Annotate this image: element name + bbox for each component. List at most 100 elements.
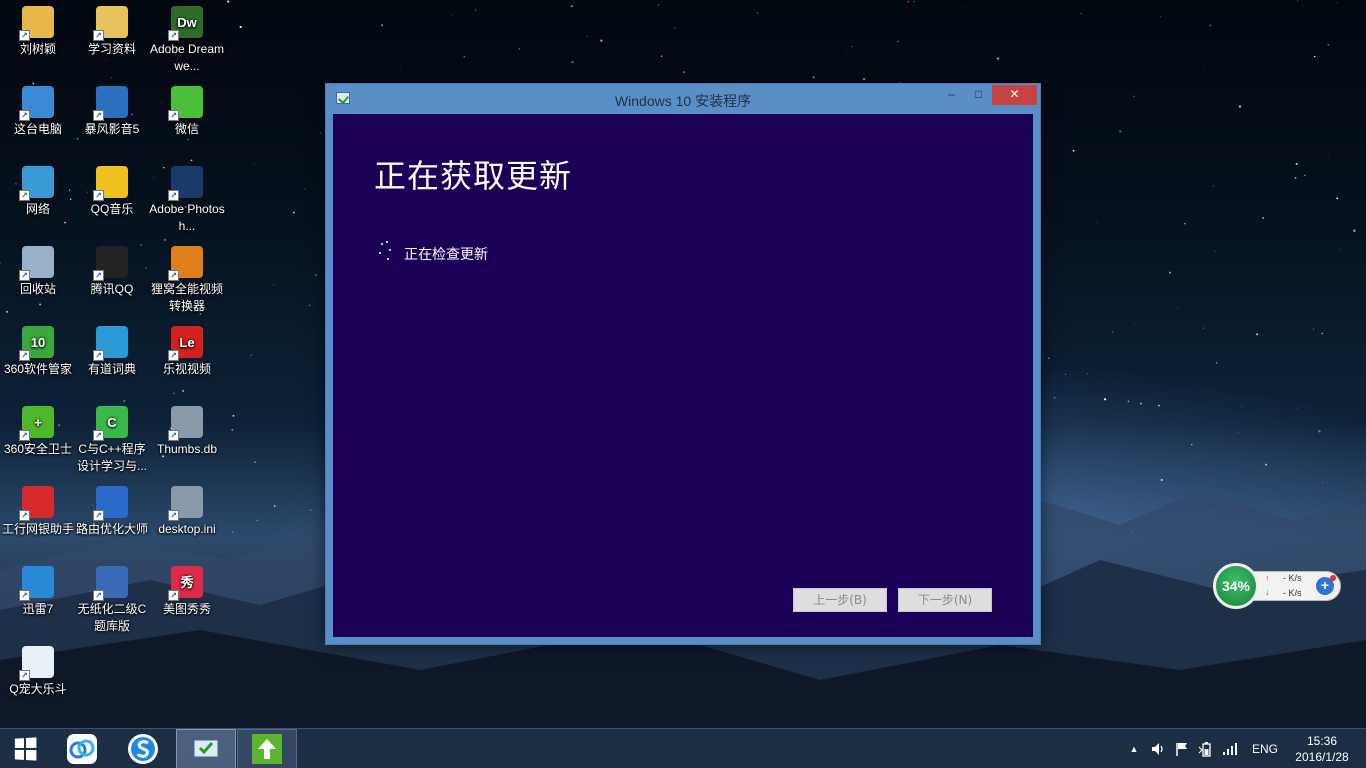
taskbar-app-upgrade[interactable] bbox=[237, 729, 297, 768]
clock[interactable]: 15:36 2016/1/28 bbox=[1286, 733, 1358, 765]
shortcut-arrow-icon: ↗ bbox=[19, 670, 30, 681]
desktop-icon-label: 路由优化大师 bbox=[75, 522, 148, 536]
desktop-icon-label: 腾讯QQ bbox=[90, 282, 134, 296]
desktop-icon[interactable]: ↗ 工行网银助手 bbox=[0, 486, 76, 538]
windows-setup-icon bbox=[193, 739, 219, 758]
desktop-icon[interactable]: 秀 ↗ 美图秀秀 bbox=[149, 566, 225, 618]
recycle-bin-icon: ↗ bbox=[19, 246, 54, 281]
desktop-icon[interactable]: 10 ↗ 360软件管家 bbox=[0, 326, 76, 378]
desktop-icon-label: 无纸化二级C题库版 bbox=[77, 602, 147, 633]
shortcut-arrow-icon: ↗ bbox=[168, 110, 179, 121]
shortcut-arrow-icon: ↗ bbox=[19, 190, 30, 201]
desktop-icon[interactable]: ↗ 网络 bbox=[0, 166, 76, 218]
desktop-icon[interactable]: ↗ 有道词典 bbox=[74, 326, 150, 378]
taskbar-app-sogou[interactable] bbox=[113, 729, 173, 768]
wechat-icon: ↗ bbox=[168, 86, 203, 121]
desktop-icon[interactable]: ↗ Q宠大乐斗 bbox=[0, 646, 76, 698]
maximize-button[interactable]: □ bbox=[965, 85, 992, 105]
desktop-icon-label: 网络 bbox=[25, 202, 50, 216]
desktop-icon-label: 这台电脑 bbox=[13, 122, 62, 136]
window-titlebar[interactable]: Windows 10 安装程序 – □ ✕ bbox=[326, 84, 1040, 114]
desktop-icon[interactable]: ↗ 路由优化大师 bbox=[74, 486, 150, 538]
desktop-icon-label: Adobe Dreamwe... bbox=[149, 42, 225, 73]
shortcut-arrow-icon: ↗ bbox=[168, 190, 179, 201]
desktop-icon-label: 360软件管家 bbox=[3, 362, 73, 376]
taskbar-app-baidu-netdisk[interactable] bbox=[52, 729, 112, 768]
desktop-icon-label: 微信 bbox=[174, 122, 199, 136]
desktop-icon-label: Thumbs.db bbox=[156, 442, 218, 456]
shortcut-arrow-icon: ↗ bbox=[168, 510, 179, 521]
exam-icon: ↗ bbox=[93, 566, 128, 601]
start-button[interactable] bbox=[0, 729, 50, 768]
shortcut-arrow-icon: ↗ bbox=[168, 30, 179, 41]
desktop-icon[interactable]: ↗ 腾讯QQ bbox=[74, 246, 150, 298]
desktop-icon[interactable]: ↗ desktop.ini bbox=[149, 486, 225, 538]
shortcut-arrow-icon: ↗ bbox=[93, 510, 104, 521]
desktop-icon[interactable]: ↗ 刘树颖 bbox=[0, 6, 76, 58]
c-program-icon: C ↗ bbox=[93, 406, 128, 441]
speedup-plus-button[interactable]: + bbox=[1316, 575, 1336, 595]
360-safe-icon: + ↗ bbox=[19, 406, 54, 441]
battery-icon[interactable] bbox=[1196, 729, 1216, 768]
dreamweaver-icon: Dw ↗ bbox=[168, 6, 203, 41]
desktop-icon[interactable]: ↗ 狸窝全能视频转换器 bbox=[149, 246, 225, 315]
windows-logo-icon bbox=[14, 737, 37, 761]
desktop-icon-label: Adobe Photosh... bbox=[149, 202, 225, 233]
status-text: 正在检查更新 bbox=[404, 247, 488, 263]
signal-bars-icon[interactable] bbox=[1220, 729, 1240, 768]
youdao-icon: ↗ bbox=[93, 326, 128, 361]
desktop-icon[interactable]: ↗ QQ音乐 bbox=[74, 166, 150, 218]
icon-glyph: Dw bbox=[177, 14, 197, 30]
desktop-icon[interactable]: ↗ 回收站 bbox=[0, 246, 76, 298]
desktop-icon[interactable]: ↗ 暴风影音5 bbox=[74, 86, 150, 138]
upgrade-assistant-icon bbox=[252, 734, 282, 764]
network-icon: ↗ bbox=[19, 166, 54, 201]
desktop-icon[interactable]: ↗ Adobe Photosh... bbox=[149, 166, 225, 235]
letv-icon: Le ↗ bbox=[168, 326, 203, 361]
desktop-icon[interactable]: ↗ 这台电脑 bbox=[0, 86, 76, 138]
desktop-icon[interactable]: ↗ 学习资料 bbox=[74, 6, 150, 58]
show-hidden-icons-button[interactable]: ▲ bbox=[1126, 729, 1142, 768]
minimize-button[interactable]: – bbox=[938, 85, 965, 105]
desktop-icon-label: C与C++程序设计学习与... bbox=[76, 442, 147, 473]
shortcut-arrow-icon: ↗ bbox=[19, 590, 30, 601]
action-center-flag-icon[interactable] bbox=[1172, 729, 1192, 768]
desktop-icon-label: QQ音乐 bbox=[90, 202, 134, 216]
icon-glyph: 10 bbox=[30, 334, 46, 350]
desktop-icon-label: 360安全卫士 bbox=[3, 442, 73, 456]
icbc-icon: ↗ bbox=[19, 486, 54, 521]
volume-icon[interactable] bbox=[1148, 729, 1168, 768]
language-indicator[interactable]: ENG bbox=[1246, 729, 1284, 768]
desktop-icon[interactable]: ↗ 微信 bbox=[149, 86, 225, 138]
download-speed: - K/s bbox=[1283, 588, 1302, 598]
close-button[interactable]: ✕ bbox=[992, 85, 1037, 105]
download-arrow-icon: ↓ bbox=[1265, 587, 1270, 597]
desktop-icon[interactable]: Le ↗ 乐视视频 bbox=[149, 326, 225, 378]
sogou-input-icon bbox=[128, 734, 158, 764]
desktop-icon[interactable]: ↗ 迅雷7 bbox=[0, 566, 76, 618]
desktop-icon-label: 回收站 bbox=[19, 282, 56, 296]
desktop-icon[interactable]: C ↗ C与C++程序设计学习与... bbox=[74, 406, 150, 475]
icon-glyph: + bbox=[34, 414, 42, 430]
setup-window[interactable]: Windows 10 安装程序 – □ ✕ 正在获取更新 正在检查更新 上一步(… bbox=[325, 83, 1041, 645]
shortcut-arrow-icon: ↗ bbox=[19, 510, 30, 521]
shortcut-arrow-icon: ↗ bbox=[93, 590, 104, 601]
upload-arrow-icon: ↑ bbox=[1265, 573, 1270, 583]
desktop-icon[interactable]: ↗ 无纸化二级C题库版 bbox=[74, 566, 150, 635]
shortcut-arrow-icon: ↗ bbox=[19, 350, 30, 361]
shortcut-arrow-icon: ↗ bbox=[168, 350, 179, 361]
shortcut-arrow-icon: ↗ bbox=[93, 430, 104, 441]
memory-percent-badge[interactable]: 34% bbox=[1213, 563, 1259, 609]
desktop-icon[interactable]: ↗ Thumbs.db bbox=[149, 406, 225, 458]
desktop-icon-label: 美图秀秀 bbox=[162, 602, 211, 616]
desktop-icon[interactable]: + ↗ 360安全卫士 bbox=[0, 406, 76, 458]
taskbar-app-windows-setup[interactable] bbox=[176, 729, 236, 768]
window-title: Windows 10 安装程序 bbox=[614, 93, 752, 109]
net-speed-widget[interactable]: 34% ↑ ↓ - K/s - K/s + bbox=[1213, 563, 1343, 609]
desktop-icon[interactable]: Dw ↗ Adobe Dreamwe... bbox=[149, 6, 225, 75]
icon-glyph: 秀 bbox=[180, 574, 194, 590]
setup-content: 正在获取更新 正在检查更新 上一步(B) 下一步(N) bbox=[333, 114, 1033, 637]
back-button[interactable]: 上一步(B) bbox=[793, 588, 887, 612]
next-button[interactable]: 下一步(N) bbox=[898, 588, 992, 612]
meitu-icon: 秀 ↗ bbox=[168, 566, 203, 601]
